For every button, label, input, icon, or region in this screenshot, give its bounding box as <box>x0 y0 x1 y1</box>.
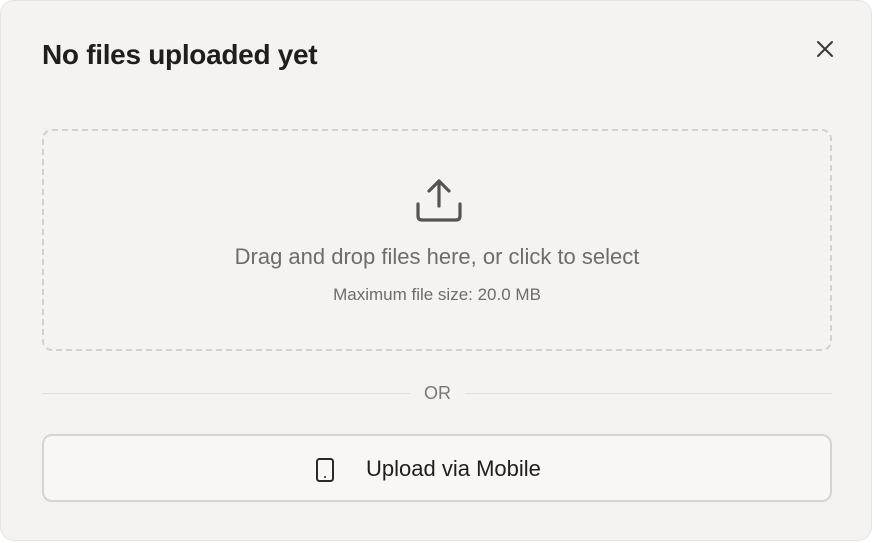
upload-icon <box>416 179 462 222</box>
upload-via-mobile-button[interactable]: Upload via Mobile <box>42 434 832 502</box>
upload-via-mobile-label: Upload via Mobile <box>366 456 541 481</box>
divider-line-right <box>465 393 832 394</box>
or-divider-label: OR <box>424 383 451 403</box>
dialog-title: No files uploaded yet <box>42 39 318 70</box>
phone-icon <box>316 458 334 482</box>
divider-line-left <box>42 393 410 394</box>
close-button[interactable] <box>811 35 839 63</box>
close-icon <box>817 41 833 57</box>
file-dropzone[interactable]: Drag and drop files here, or click to se… <box>42 129 832 351</box>
max-file-size-text: Maximum file size: 20.0 MB <box>333 285 541 304</box>
dropzone-instruction: Drag and drop files here, or click to se… <box>234 244 640 269</box>
upload-dialog: No files uploaded yet Drag and drop file… <box>0 0 872 541</box>
